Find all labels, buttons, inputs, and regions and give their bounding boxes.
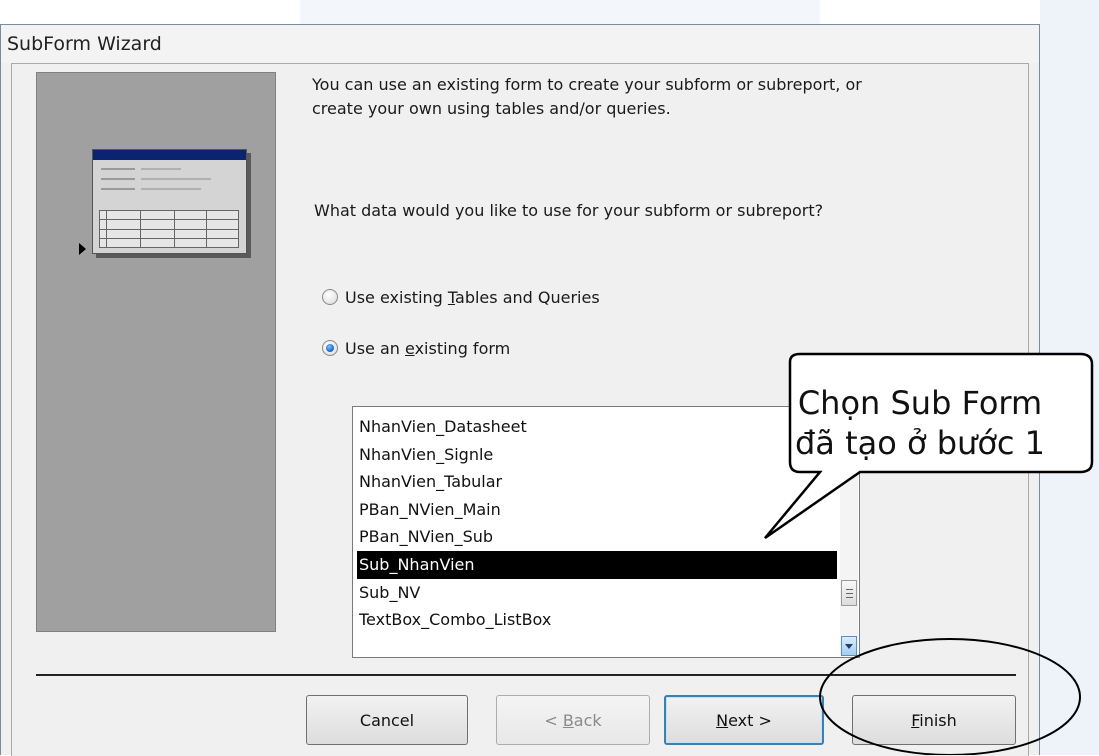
list-item[interactable]: PBan_NVien_Main [357,496,837,524]
next-button[interactable]: Next > [664,695,824,745]
intro-text-line-2: create your own using tables and/or quer… [312,99,671,118]
finish-button[interactable]: Finish [852,695,1016,745]
radio-button-selected[interactable] [322,340,338,356]
question-text: What data would you like to use for your… [314,201,824,220]
list-item[interactable]: TextBox_Combo_ListBox [357,606,837,634]
list-item[interactable]: PBan_NVien_Sub [357,523,837,551]
radio-button[interactable] [322,289,338,305]
window-title: SubForm Wizard [7,33,162,55]
callout-text: Chọn Sub Form đã tạo ở bước 1 [790,383,1050,463]
scroll-down-arrow-icon[interactable] [841,636,857,656]
option-existing-tables-queries[interactable]: Use existing Tables and Queries [322,285,600,309]
cancel-label: Cancel [359,710,415,730]
background-right [1040,0,1099,755]
list-item[interactable]: NhanVien_Datasheet [357,413,837,441]
wizard-picture-panel [36,72,276,632]
scrollbar-thumb[interactable] [841,580,857,606]
triangle-pointer-icon [79,243,86,255]
next-label: Next > [716,710,772,730]
option-label: Use an existing form [345,338,511,358]
form-with-subform-icon [92,149,247,254]
intro-text-line-1: You can use an existing form to create y… [312,75,862,94]
callout-line-2: đã tạo ở bước 1 [794,424,1046,462]
list-item[interactable]: NhanVien_Tabular [357,468,837,496]
title-bar[interactable]: SubForm Wizard [1,25,1039,63]
cancel-button[interactable]: Cancel [306,695,468,745]
callout-line-1: Chọn Sub Form [797,384,1043,422]
finish-label: Finish [911,710,957,730]
option-label: Use existing Tables and Queries [345,287,600,307]
back-button[interactable]: < Back [496,695,650,745]
option-existing-form[interactable]: Use an existing form [322,336,510,360]
back-label: < Back [544,710,602,730]
list-item[interactable]: Sub_NV [357,579,837,607]
button-separator [36,674,1016,676]
forms-list: NhanVien_Datasheet NhanVien_Signle NhanV… [357,413,837,634]
forms-listbox[interactable]: NhanVien_Datasheet NhanVien_Signle NhanV… [352,406,860,658]
list-item[interactable]: NhanVien_Signle [357,441,837,469]
list-item-selected[interactable]: Sub_NhanVien [357,550,837,579]
